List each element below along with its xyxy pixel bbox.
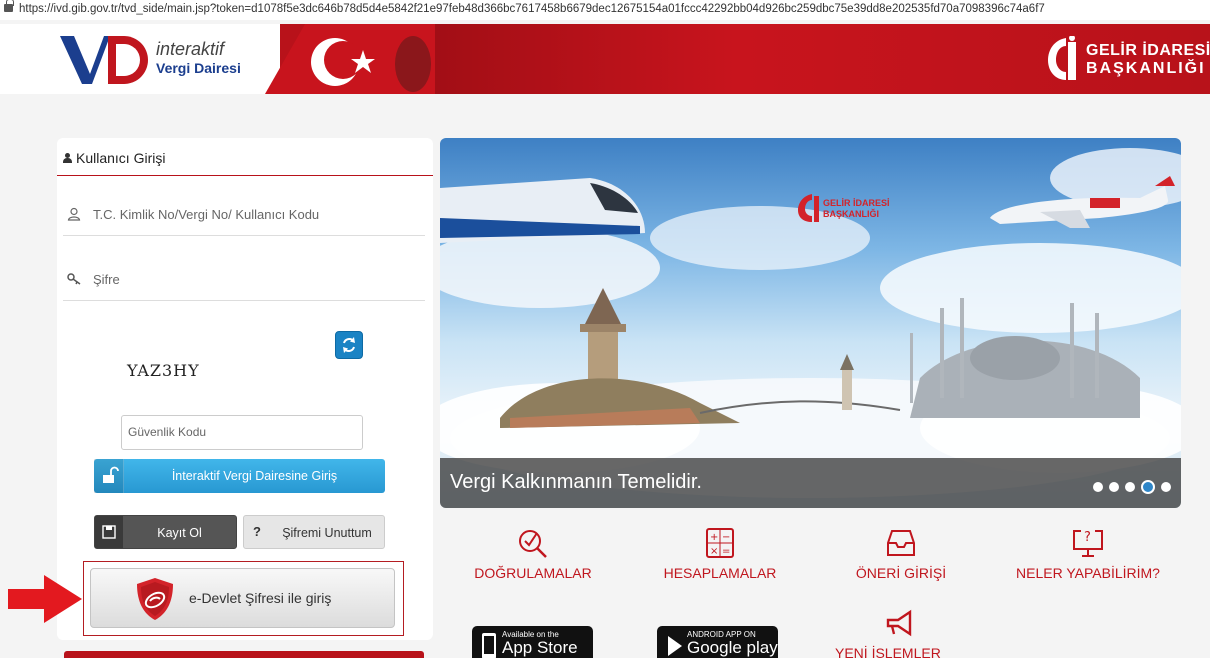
red-arrow-icon bbox=[8, 575, 82, 623]
floppy-disk-icon bbox=[102, 525, 116, 539]
google-play-big: Google play bbox=[687, 638, 778, 657]
edevlet-login-button[interactable]: e-Devlet Şifresi ile giriş bbox=[90, 568, 395, 628]
magnifier-check-icon bbox=[519, 530, 547, 558]
slider-dots[interactable] bbox=[1087, 478, 1171, 497]
forgot-password-label: Şifremi Unuttum bbox=[282, 526, 372, 540]
calculator-icon: + − × = bbox=[706, 528, 734, 558]
bottom-red-bar bbox=[64, 651, 424, 658]
site-header: interaktif Vergi Dairesi GELİR İDARESİ B… bbox=[0, 24, 1210, 94]
forgot-password-button[interactable]: ? Şifremi Unuttum bbox=[243, 515, 385, 549]
gib-title-2: BAŞKANLIĞI bbox=[1086, 60, 1206, 77]
quick-link-neler-yapabilirim[interactable]: ? NELER YAPABİLİRİM? bbox=[1008, 527, 1168, 581]
edevlet-login-label: e-Devlet Şifresi ile giriş bbox=[189, 590, 332, 606]
quick-link-label: DOĞRULAMALAR bbox=[474, 565, 592, 581]
svg-text:−: − bbox=[722, 532, 730, 543]
ivd-login-label: İnteraktif Vergi Dairesine Giriş bbox=[171, 469, 338, 483]
slider-dot[interactable] bbox=[1161, 482, 1171, 492]
password-placeholder: Şifre bbox=[93, 272, 120, 287]
quick-link-label: HESAPLAMALAR bbox=[663, 565, 777, 581]
unlock-icon bbox=[103, 466, 119, 483]
banner-caption-text: Vergi Kalkınmanın Temelidir. bbox=[450, 471, 702, 493]
edevlet-highlight-box: e-Devlet Şifresi ile giriş bbox=[83, 561, 404, 636]
megaphone-icon[interactable] bbox=[884, 608, 918, 638]
logo-line-1: interaktif bbox=[156, 39, 225, 59]
banner-caption: Vergi Kalkınmanın Temelidir. bbox=[440, 458, 1181, 508]
inbox-icon bbox=[887, 530, 915, 556]
slider-dot[interactable] bbox=[1093, 482, 1103, 492]
quick-link-label: ÖNERİ GİRİŞİ bbox=[855, 565, 947, 581]
url-text[interactable]: https://ivd.gib.gov.tr/tvd_side/main.jsp… bbox=[19, 3, 1045, 15]
quick-link-dogrulamalar[interactable]: DOĞRULAMALAR bbox=[453, 527, 613, 581]
phone-icon bbox=[482, 633, 496, 658]
ivd-logo-icon[interactable] bbox=[60, 32, 150, 88]
edevlet-shield-icon bbox=[137, 578, 173, 620]
username-placeholder: T.C. Kimlik No/Vergi No/ Kullanıcı Kodu bbox=[93, 207, 320, 222]
login-title: Kullanıcı Girişi bbox=[63, 150, 165, 166]
user-icon bbox=[63, 153, 72, 163]
gib-emblem-icon bbox=[1048, 36, 1076, 80]
slider-dot-active[interactable] bbox=[1141, 480, 1155, 494]
yeni-islemler-link[interactable]: YENİ İŞLEMLER bbox=[835, 645, 941, 658]
monitor-question-icon: ? bbox=[1073, 530, 1103, 557]
turkish-flag-icon bbox=[265, 24, 435, 94]
slider-dot[interactable] bbox=[1109, 482, 1119, 492]
banner-gib-title-2: BAŞKANLIĞI bbox=[823, 208, 879, 219]
gib-title-1: GELİR İDARESİ bbox=[1086, 42, 1210, 59]
logo-line-2: Vergi Dairesi bbox=[156, 60, 241, 76]
gib-logo[interactable]: GELİR İDARESİ BAŞKANLIĞI bbox=[1044, 36, 1210, 84]
lock-icon bbox=[4, 0, 14, 12]
refresh-icon bbox=[343, 337, 355, 353]
banner-gib-title-1: GELİR İDARESİ bbox=[823, 198, 890, 208]
svg-text:?: ? bbox=[1084, 530, 1091, 545]
quick-link-label: NELER YAPABİLİRİM? bbox=[1016, 565, 1160, 581]
username-field[interactable]: T.C. Kimlik No/Vergi No/ Kullanıcı Kodu bbox=[63, 196, 425, 236]
svg-text:=: = bbox=[722, 546, 730, 557]
password-field[interactable]: Şifre bbox=[63, 261, 425, 301]
title-divider bbox=[57, 175, 433, 176]
security-code-input[interactable]: Güvenlik Kodu bbox=[121, 415, 363, 450]
question-icon: ? bbox=[253, 524, 261, 539]
key-icon bbox=[67, 273, 81, 285]
quick-link-hesaplamalar[interactable]: + − × = HESAPLAMALAR bbox=[640, 527, 800, 581]
address-bar[interactable]: https://ivd.gib.gov.tr/tvd_side/main.jsp… bbox=[0, 0, 1210, 20]
banner-slider[interactable]: GELİR İDARESİ BAŞKANLIĞI Vergi Kalkınman… bbox=[440, 138, 1181, 508]
login-panel: Kullanıcı Girişi T.C. Kimlik No/Vergi No… bbox=[57, 138, 433, 640]
ivd-login-button[interactable]: İnteraktif Vergi Dairesine Giriş bbox=[94, 459, 385, 493]
captcha-refresh-button[interactable] bbox=[335, 331, 363, 359]
banner-illustration: GELİR İDARESİ BAŞKANLIĞI bbox=[440, 148, 1181, 498]
register-label: Kayıt Ol bbox=[157, 526, 202, 540]
captcha-text: YAZ3HY bbox=[126, 361, 200, 380]
security-code-placeholder: Güvenlik Kodu bbox=[128, 425, 207, 439]
captcha-image: YAZ3HY bbox=[126, 361, 200, 380]
quick-link-oneri-girisi[interactable]: ÖNERİ GİRİŞİ bbox=[821, 527, 981, 581]
user-outline-icon bbox=[67, 207, 81, 221]
slider-dot[interactable] bbox=[1125, 482, 1135, 492]
app-store-big: App Store bbox=[502, 638, 578, 657]
play-icon bbox=[668, 636, 682, 656]
svg-text:×: × bbox=[710, 546, 718, 557]
register-button[interactable]: Kayıt Ol bbox=[94, 515, 237, 549]
app-store-badge[interactable]: Available on the App Store bbox=[472, 626, 593, 658]
google-play-badge[interactable]: ANDROID APP ON Google play bbox=[657, 626, 778, 658]
svg-text:+: + bbox=[710, 532, 718, 543]
